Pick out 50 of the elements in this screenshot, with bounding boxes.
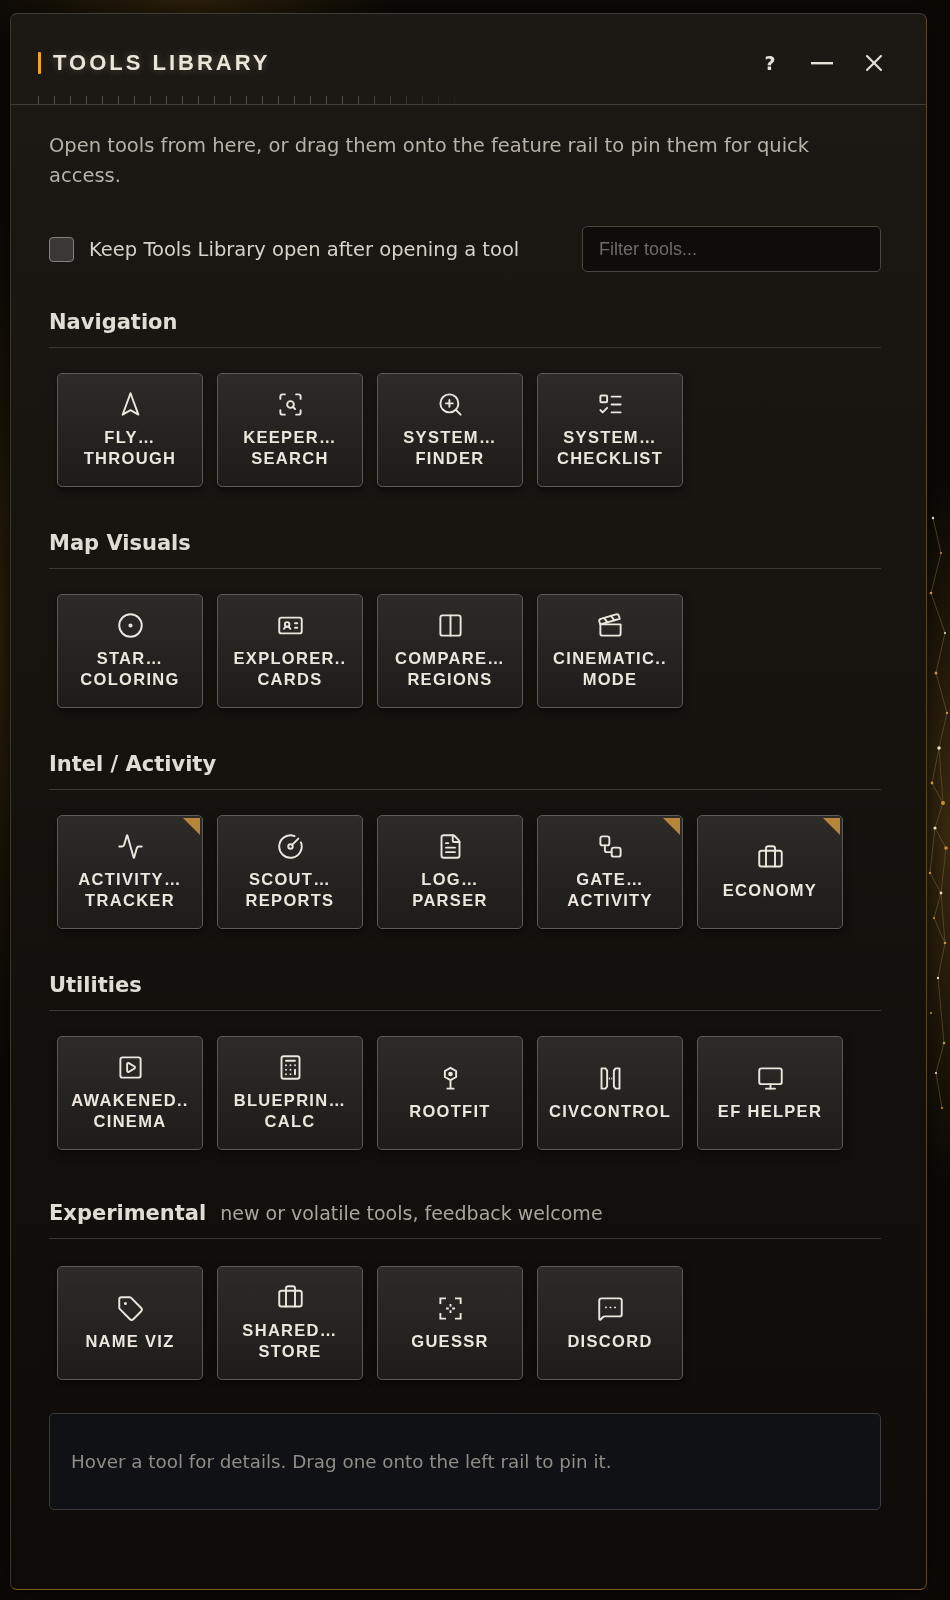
info-box: Hover a tool for details. Drag one onto the left rail to pin it. — [49, 1413, 881, 1510]
tool-tile[interactable]: SHARED… STORE — [217, 1266, 363, 1380]
tool-tile[interactable]: ACTIVITY… TRACKER — [57, 815, 203, 929]
section-subtitle: new or volatile tools, feedback welcome — [220, 1202, 603, 1224]
section-heading: Navigation — [49, 309, 178, 336]
clapperboard-icon — [596, 612, 624, 639]
tool-tile[interactable]: DISCORD — [537, 1266, 683, 1380]
zoom-in-icon — [436, 391, 464, 418]
circle-dot-icon — [116, 612, 144, 639]
crosshair-scan-icon — [436, 1294, 464, 1322]
tool-tile[interactable]: FLY… THROUGH — [57, 373, 203, 487]
section-heading: Experimental — [49, 1200, 207, 1227]
tool-tile[interactable]: NAME VIZ — [57, 1266, 203, 1380]
accent-bar-icon — [38, 52, 41, 74]
tool-tile[interactable]: EF HELPER — [697, 1036, 843, 1150]
chat-bubble-icon — [596, 1294, 624, 1322]
split-panel-icon — [436, 612, 464, 639]
filter-input[interactable]: Filter tools... — [582, 226, 881, 272]
tool-tile[interactable]: BLUEPRIN… CALC — [217, 1036, 363, 1150]
tool-tile[interactable]: STAR… COLORING — [57, 594, 203, 708]
tool-tile[interactable]: SYSTEM… FINDER — [377, 373, 523, 487]
tool-tile[interactable]: CINEMATIC.. MODE — [537, 594, 683, 708]
workflow-icon — [596, 833, 624, 860]
pulse-line-icon — [116, 833, 144, 860]
window-title: TOOLS LIBRARY — [53, 50, 271, 76]
tool-tile[interactable]: SYSTEM… CHECKLIST — [537, 373, 683, 487]
minimize-icon — [811, 61, 833, 65]
scan-search-icon — [276, 391, 304, 418]
checkbox-label: Keep Tools Library open after opening a tool — [89, 237, 520, 261]
tag-icon — [116, 1294, 144, 1322]
section-heading: Utilities — [49, 972, 142, 999]
help-button[interactable]: ? — [755, 48, 785, 78]
tool-tile[interactable]: KEEPER… SEARCH — [217, 373, 363, 487]
tool-tile[interactable]: ECONOMY — [697, 815, 843, 929]
tool-tile[interactable]: EXPLORER.. CARDS — [217, 594, 363, 708]
description-text: Open tools from here, or drag them onto the feature rail to pin them for quick access. — [49, 133, 811, 189]
tool-tile[interactable]: ROOTFIT — [377, 1036, 523, 1150]
tool-tile[interactable]: SCOUT… REPORTS — [217, 815, 363, 929]
tool-tile[interactable]: GATE… ACTIVITY — [537, 815, 683, 929]
section-heading: Intel / Activity — [49, 751, 217, 778]
tool-tile[interactable]: AWAKENED.. CINEMA — [57, 1036, 203, 1150]
gauge-icon — [276, 833, 304, 860]
tool-tile[interactable]: LOG… PARSER — [377, 815, 523, 929]
play-square-icon — [116, 1054, 144, 1081]
tool-tile[interactable]: GUESSR — [377, 1266, 523, 1380]
monitor-icon — [756, 1064, 784, 1092]
keep-open-checkbox[interactable] — [49, 236, 74, 262]
tool-tile[interactable]: COMPARE… REGIONS — [377, 594, 523, 708]
tool-tile[interactable]: CIVCONTROL — [537, 1036, 683, 1150]
section-heading: Map Visuals — [49, 530, 191, 557]
